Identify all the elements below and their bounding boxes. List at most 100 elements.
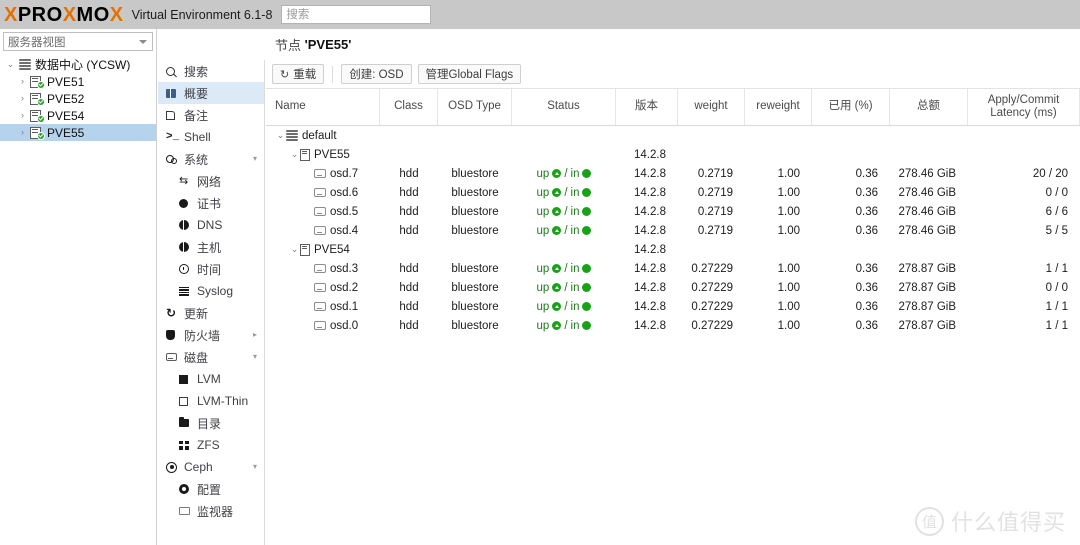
cell-reweight [745, 126, 812, 145]
status-up-icon [552, 226, 562, 235]
table-row[interactable]: ⌄ PVE54 14.2.8 [266, 240, 1080, 259]
nav-item-monitor[interactable]: 监视器 [158, 500, 264, 522]
tree-item-label: PVE55 [47, 125, 85, 140]
nav-item-disks[interactable]: 磁盘 ▾ [158, 346, 264, 368]
nav-item-ceph[interactable]: Ceph ▾ [158, 456, 264, 478]
table-row[interactable]: osd.0 hdd bluestore up / in 14.2.8 0.27229 1.00 0… [266, 316, 1080, 335]
tree-item-pve51[interactable]: › PVE51 [0, 73, 156, 90]
tree-item-pve55[interactable]: › PVE55 [0, 124, 156, 141]
cell-value: 0.36 [855, 300, 878, 313]
column-header-version[interactable]: 版本 [616, 89, 678, 125]
cell-value: 0.36 [855, 186, 878, 199]
tree-twisty-icon[interactable]: › [17, 111, 28, 120]
status-up-label: up [536, 205, 550, 218]
nav-expand-icon[interactable]: ▾ [253, 353, 257, 361]
nav-item-system[interactable]: 系统 ▾ [158, 148, 264, 170]
nav-item-lvm-thin[interactable]: LVM-Thin [158, 390, 264, 412]
status-in-label: in [570, 281, 580, 294]
status-badge: up / in [537, 225, 592, 237]
nav-item-search[interactable]: 搜索 [158, 60, 264, 82]
column-header-class[interactable]: Class [380, 89, 438, 125]
cell-weight: 0.27229 [678, 278, 745, 297]
rack-icon [286, 130, 298, 141]
table-row[interactable]: ⌄ PVE55 14.2.8 [266, 145, 1080, 164]
table-row[interactable]: osd.2 hdd bluestore up / in 14.2.8 0.27229 1.00 0… [266, 278, 1080, 297]
nav-item-shell[interactable]: >_ Shell [158, 126, 264, 148]
column-header-name[interactable]: Name [266, 89, 380, 125]
nav-item-directory[interactable]: 目录 [158, 412, 264, 434]
column-header-osd_type[interactable]: OSD Type [438, 89, 512, 125]
table-row[interactable]: osd.5 hdd bluestore up / in 14.2.8 0.2719 1.00 0.… [266, 202, 1080, 221]
status-up-label: up [536, 319, 550, 332]
nav-item-zfs[interactable]: ZFS [158, 434, 264, 456]
nav-expand-icon[interactable]: ▾ [253, 463, 257, 471]
table-row[interactable]: osd.3 hdd bluestore up / in 14.2.8 0.27229 1.00 0… [266, 259, 1080, 278]
tree-twisty-icon[interactable]: ⌄ [5, 60, 16, 69]
cell-reweight: 1.00 [745, 202, 812, 221]
row-twisty-icon[interactable]: ⌄ [289, 244, 300, 255]
nav-expand-icon[interactable]: ▾ [253, 155, 257, 163]
tree-item-pve54[interactable]: › PVE54 [0, 107, 156, 124]
proxmox-logo[interactable]: XPROXMOX [0, 0, 124, 29]
tree-twisty-icon[interactable]: › [17, 94, 28, 103]
table-row[interactable]: ⌄ default [266, 126, 1080, 145]
cell-weight: 0.27229 [678, 297, 745, 316]
time-icon [179, 264, 195, 274]
cell-value: bluestore [451, 262, 499, 275]
cell-value: 1.00 [777, 224, 800, 237]
tree-twisty-icon[interactable]: › [17, 77, 28, 86]
nav-item-syslog[interactable]: Syslog [158, 280, 264, 302]
search-input[interactable] [281, 5, 432, 24]
cell-status: up / in [512, 221, 616, 240]
column-header-total[interactable]: 总额 [890, 89, 968, 125]
nav-item-config[interactable]: 配置 [158, 478, 264, 500]
nav-expand-icon[interactable]: ▸ [253, 331, 257, 339]
cell-name: osd.4 [266, 221, 380, 240]
cell-used [812, 240, 890, 259]
nav-item-lvm[interactable]: LVM [158, 368, 264, 390]
nav-item-dns[interactable]: DNS [158, 214, 264, 236]
table-row[interactable]: osd.1 hdd bluestore up / in 14.2.8 0.27229 1.00 0… [266, 297, 1080, 316]
nav-item-hosts[interactable]: 主机 [158, 236, 264, 258]
row-name-label: osd.3 [330, 262, 359, 275]
row-twisty-icon[interactable]: ⌄ [289, 149, 300, 160]
cell-value: 278.46 GiB [898, 186, 956, 199]
table-row[interactable]: osd.4 hdd bluestore up / in 14.2.8 0.2719 1.00 0.… [266, 221, 1080, 240]
cell-value: 0.2719 [697, 186, 733, 199]
nav-item-firewall[interactable]: 防火墙 ▸ [158, 324, 264, 346]
column-header-used[interactable]: 已用 (%) [812, 89, 890, 125]
nav-item-summary[interactable]: 概要 [158, 82, 264, 104]
column-header-label: 总额 [917, 100, 940, 113]
table-row[interactable]: osd.6 hdd bluestore up / in 14.2.8 0.2719 1.00 0.… [266, 183, 1080, 202]
tree-item-ycsw[interactable]: ⌄ 数据中心 (YCSW) [0, 56, 156, 73]
table-row[interactable]: osd.7 hdd bluestore up / in 14.2.8 0.2719 1.00 0.… [266, 164, 1080, 183]
nav-item-time[interactable]: 时间 [158, 258, 264, 280]
nav-item-updates[interactable]: ↻ 更新 [158, 302, 264, 324]
nav-item-label: ZFS [197, 438, 220, 452]
create-osd-button[interactable]: 创建: OSD [341, 64, 412, 84]
status-badge: up / in [537, 320, 592, 332]
tree-twisty-icon[interactable]: › [17, 128, 28, 137]
row-twisty-icon[interactable]: ⌄ [275, 130, 286, 141]
column-header-status[interactable]: Status [512, 89, 616, 125]
cell-value: 0.36 [855, 224, 878, 237]
column-header-reweight[interactable]: reweight [745, 89, 812, 125]
row-name-label: osd.7 [330, 167, 359, 180]
column-header-latency[interactable]: Apply/Commit Latency (ms) [968, 89, 1080, 125]
tree-item-pve52[interactable]: › PVE52 [0, 90, 156, 107]
cell-used [812, 145, 890, 164]
view-select-dropdown[interactable]: 服务器视图 [3, 32, 153, 51]
nav-item-certificate[interactable]: 证书 [158, 192, 264, 214]
cell-latency: 0 / 0 [968, 278, 1080, 297]
server-tree: ⌄ 数据中心 (YCSW) › PVE51 › PVE52 › PVE54 › PVE55 [0, 56, 156, 141]
cell-value: 278.46 GiB [898, 224, 956, 237]
nav-item-network[interactable]: ⇆ 网络 [158, 170, 264, 192]
server-tree-panel: 服务器视图 ⌄ 数据中心 (YCSW) › PVE51 › PVE52 › PVE54 › PVE… [0, 29, 157, 545]
reload-button[interactable]: ↻ 重载 [272, 64, 325, 84]
cell-value: 1 / 1 [1045, 300, 1068, 313]
status-up-icon [552, 169, 562, 178]
manage-global-flags-button[interactable]: 管理Global Flags [417, 64, 522, 84]
column-header-weight[interactable]: weight [678, 89, 745, 125]
status-up-label: up [536, 224, 550, 237]
nav-item-notes[interactable]: 备注 [158, 104, 264, 126]
